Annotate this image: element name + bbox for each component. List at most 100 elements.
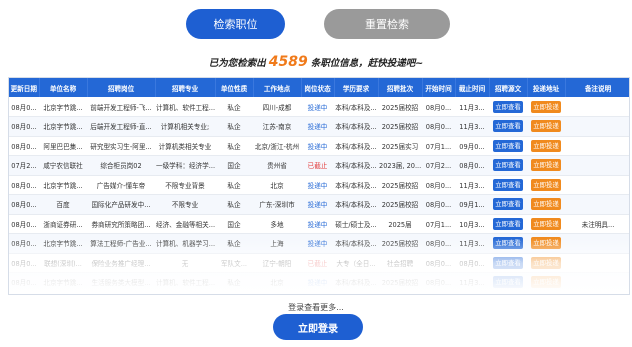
- apply-button[interactable]: 立即投递: [531, 120, 561, 133]
- table-cell: 多地: [253, 214, 301, 234]
- table-cell: 不限专业背景: [155, 175, 215, 195]
- table-cell: 2025届校招: [378, 233, 422, 254]
- table-cell: 计算机、软件工程...: [155, 97, 215, 117]
- table-row: 08月0... 北京字节跳... 算法工程师-广告业... 计算机、机器学习... 私企…: [9, 233, 629, 254]
- table-cell: 本科/本科及...: [334, 97, 378, 117]
- view-source-button[interactable]: 立即查看: [493, 159, 523, 172]
- table-cell: 本科/本科及...: [334, 155, 378, 176]
- table-cell: 国企: [215, 214, 253, 234]
- column-header: 招聘批次: [378, 78, 423, 97]
- apply-button[interactable]: 立即投递: [531, 178, 561, 191]
- table-cell: 立即投递: [527, 97, 565, 117]
- table-cell: 立即查看: [489, 253, 527, 273]
- table-cell: 前端开发工程师-飞...: [87, 97, 155, 117]
- status-cell: 投递中: [301, 194, 334, 215]
- table-row: 07月2... 咸宁农信联社 综合柜员岗02 一级学科：经济学... 国企 贵州省 已截止本…: [9, 155, 629, 176]
- view-source-button[interactable]: 立即查看: [493, 100, 523, 113]
- table-cell: 计算机类相关专业: [155, 136, 215, 156]
- view-source-button[interactable]: 立即查看: [493, 237, 523, 250]
- table-cell: 08月0...: [455, 253, 489, 273]
- table-cell: [565, 253, 629, 273]
- table-cell: 07月1...: [422, 214, 455, 234]
- table-cell: 未注明具...: [565, 214, 629, 234]
- table-cell: 2023届, 20...: [378, 155, 422, 176]
- table-cell: 2025届校招: [378, 116, 422, 137]
- table-cell: 2025届校招: [378, 272, 422, 293]
- table-cell: 私企: [215, 194, 253, 215]
- table-cell: [565, 97, 629, 117]
- view-source-button[interactable]: 立即查看: [493, 256, 523, 269]
- table-cell: 08月0...: [422, 233, 455, 254]
- table-cell: 08月0...: [422, 253, 455, 273]
- table-cell: 立即查看: [489, 272, 527, 293]
- table-cell: 硕士/硕士及...: [334, 214, 378, 234]
- view-source-button[interactable]: 立即查看: [493, 217, 523, 230]
- table-cell: 08月0...: [9, 253, 39, 273]
- table-cell: 北京字节跳...: [39, 233, 87, 254]
- login-button[interactable]: 立即登录: [273, 314, 363, 340]
- table-cell: 立即投递: [527, 116, 565, 137]
- table-cell: 07月2...: [422, 155, 455, 176]
- job-table: 更新日期 单位名称 招聘岗位 招聘专业 单位性质 工作地点 岗位状态 学历要求 招聘批次 开始时间…: [9, 78, 629, 293]
- table-cell: 2025届实习: [378, 136, 422, 156]
- table-cell: 券商研究所策略团...: [87, 214, 155, 234]
- table-cell: 07月2...: [9, 155, 39, 176]
- apply-button[interactable]: 立即投递: [531, 139, 561, 152]
- table-cell: 辽宁-朝阳: [253, 253, 301, 273]
- table-cell: 大专（全日...: [334, 253, 378, 273]
- table-cell: 综合柜员岗02: [87, 155, 155, 176]
- table-row: 08月0... 阿里巴巴集... 研究型实习生-阿里... 计算机类相关专业 私企 北京/…: [9, 136, 629, 156]
- table-row: 08月0... 百度 国际化产品研发中... 不限专业 私企 广东-深圳市 投递中 本科/本科…: [9, 194, 629, 215]
- table-cell: 2025届: [378, 214, 422, 234]
- table-cell: 08月0...: [422, 116, 455, 137]
- table-cell: 私企: [215, 233, 253, 254]
- status-cell: 已截止: [301, 155, 334, 176]
- table-cell: 不限专业: [155, 194, 215, 215]
- apply-button[interactable]: 立即投递: [531, 276, 561, 289]
- reset-search-button[interactable]: 重置检索: [324, 9, 450, 39]
- table-cell: 立即投递: [527, 136, 565, 156]
- apply-button[interactable]: 立即投递: [531, 198, 561, 211]
- view-source-button[interactable]: 立即查看: [493, 178, 523, 191]
- view-source-button[interactable]: 立即查看: [493, 120, 523, 133]
- status-cell: 投递中: [301, 116, 334, 137]
- column-header: 开始时间: [422, 78, 456, 97]
- table-cell: [565, 272, 629, 293]
- table-cell: 立即投递: [527, 272, 565, 293]
- status-cell: 投递中: [301, 136, 334, 156]
- table-cell: 保险业务推广经理...: [87, 253, 155, 273]
- table-cell: 生活服务类大模型...: [87, 272, 155, 293]
- table-cell: 立即查看: [489, 233, 527, 254]
- table-cell: [565, 194, 629, 215]
- table-cell: 立即查看: [489, 214, 527, 234]
- apply-button[interactable]: 立即投递: [531, 159, 561, 172]
- table-cell: 立即投递: [527, 175, 565, 195]
- table-cell: 08月0...: [9, 272, 39, 293]
- apply-button[interactable]: 立即投递: [531, 100, 561, 113]
- view-source-button[interactable]: 立即查看: [493, 198, 523, 211]
- table-cell: 立即查看: [489, 136, 527, 156]
- column-header: 招聘岗位: [87, 78, 156, 97]
- apply-button[interactable]: 立即投递: [531, 237, 561, 250]
- table-cell: 09月0...: [455, 136, 489, 156]
- table-body: 08月0... 北京字节跳... 前端开发工程师-飞... 计算机、软件工程... 私企…: [9, 97, 629, 293]
- apply-button[interactable]: 立即投递: [531, 256, 561, 269]
- search-jobs-button[interactable]: 检索职位: [186, 9, 285, 39]
- table-cell: 计算机相关专业;: [155, 116, 215, 137]
- table-cell: 本科/本科及...: [334, 116, 378, 137]
- apply-button[interactable]: 立即投递: [531, 217, 561, 230]
- table-cell: 本科/本科及...: [334, 175, 378, 195]
- table-cell: [565, 175, 629, 195]
- view-source-button[interactable]: 立即查看: [493, 139, 523, 152]
- table-cell: 11月3...: [455, 272, 489, 293]
- table-cell: 本科/本科及...: [334, 194, 378, 215]
- table-cell: [565, 136, 629, 156]
- result-prefix: 已为您检索出: [208, 58, 266, 69]
- table-cell: 贵州省: [253, 155, 301, 176]
- table-cell: 北京/浙江-杭州: [253, 136, 301, 156]
- status-cell: 投递中: [301, 97, 334, 117]
- table-row: 08月0... 联想(深圳)... 保险业务推广经理... 无军队文... 辽宁-朝阳已…: [9, 253, 629, 273]
- table-cell: 本科/本科及...: [334, 272, 378, 293]
- table-cell: 立即投递: [527, 233, 565, 254]
- view-source-button[interactable]: 立即查看: [493, 276, 523, 289]
